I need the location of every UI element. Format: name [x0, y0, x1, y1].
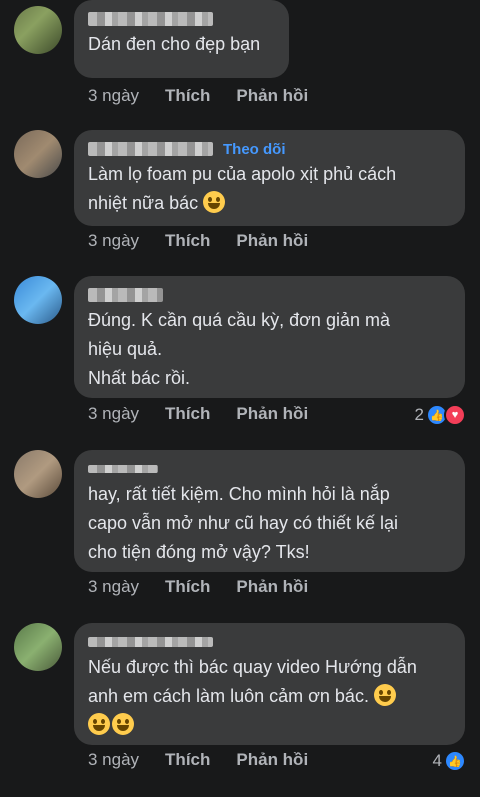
- comment-time[interactable]: 3 ngày: [88, 404, 139, 424]
- avatar[interactable]: [14, 623, 62, 671]
- comment-bubble: Đúng. K cần quá cầu kỳ, đơn giản mà hiệu…: [74, 276, 465, 398]
- comment-time[interactable]: 3 ngày: [88, 750, 139, 770]
- author-name[interactable]: [88, 631, 449, 653]
- like-button[interactable]: Thích: [165, 750, 210, 770]
- reaction-count: 4: [432, 751, 442, 770]
- author-name[interactable]: [88, 458, 449, 480]
- comment-text-body: Làm lọ foam pu của apolo xịt phủ cách nh…: [88, 164, 397, 213]
- comment-actions: 3 ngày Thích Phản hồi: [88, 86, 334, 106]
- comment-text: Dán đen cho đẹp bạn: [88, 34, 261, 54]
- like-icon: 👍: [444, 750, 466, 772]
- reaction-summary[interactable]: 2 👍 ♥: [415, 404, 466, 426]
- author-name[interactable]: [88, 284, 449, 306]
- avatar[interactable]: [14, 130, 62, 178]
- comment-actions: 3 ngày Thích Phản hồi: [88, 577, 334, 597]
- avatar[interactable]: [14, 6, 62, 54]
- comment-text: Nếu được thì bác quay video Hướng dẫn an…: [88, 653, 449, 740]
- comment-bubble: hay, rất tiết kiệm. Cho mình hỏi là nắp …: [74, 450, 465, 572]
- comment-bubble: Theo dõi Làm lọ foam pu của apolo xịt ph…: [74, 130, 465, 226]
- comment-time[interactable]: 3 ngày: [88, 231, 139, 251]
- comment-time[interactable]: 3 ngày: [88, 577, 139, 597]
- comment-actions: 3 ngày Thích Phản hồi: [88, 404, 334, 424]
- follow-button[interactable]: Theo dõi: [223, 141, 286, 158]
- avatar[interactable]: [14, 450, 62, 498]
- reply-button[interactable]: Phản hồi: [236, 231, 308, 251]
- reply-button[interactable]: Phản hồi: [236, 404, 308, 424]
- reaction-summary[interactable]: 4 👍: [433, 750, 466, 772]
- author-name[interactable]: [88, 8, 273, 30]
- author-name[interactable]: Theo dõi: [88, 138, 449, 160]
- comment-text: hay, rất tiết kiệm. Cho mình hỏi là nắp …: [88, 484, 399, 562]
- comment-actions: 3 ngày Thích Phản hồi: [88, 231, 334, 251]
- avatar[interactable]: [14, 276, 62, 324]
- grinning-emoji-icon: [88, 713, 110, 735]
- grinning-emoji-icon: [203, 191, 226, 213]
- comment-text: Làm lọ foam pu của apolo xịt phủ cách nh…: [88, 160, 449, 218]
- like-button[interactable]: Thích: [165, 86, 210, 106]
- comment-bubble: Nếu được thì bác quay video Hướng dẫn an…: [74, 623, 465, 745]
- like-button[interactable]: Thích: [165, 231, 210, 251]
- comment-bubble: Dán đen cho đẹp bạn: [74, 0, 289, 78]
- reply-button[interactable]: Phản hồi: [236, 577, 308, 597]
- reply-button[interactable]: Phản hồi: [236, 86, 308, 106]
- grinning-emoji-icon: [112, 713, 134, 735]
- reply-button[interactable]: Phản hồi: [236, 750, 308, 770]
- grinning-emoji-icon: [373, 684, 396, 706]
- like-button[interactable]: Thích: [165, 577, 210, 597]
- love-icon: ♥: [444, 404, 466, 426]
- comment-time[interactable]: 3 ngày: [88, 86, 139, 106]
- comment-actions: 3 ngày Thích Phản hồi: [88, 750, 334, 770]
- reaction-count: 2: [414, 405, 424, 424]
- comment-text-body: Nếu được thì bác quay video Hướng dẫn an…: [88, 657, 417, 706]
- like-button[interactable]: Thích: [165, 404, 210, 424]
- comment-text: Đúng. K cần quá cầu kỳ, đơn giản mà hiệu…: [88, 310, 390, 388]
